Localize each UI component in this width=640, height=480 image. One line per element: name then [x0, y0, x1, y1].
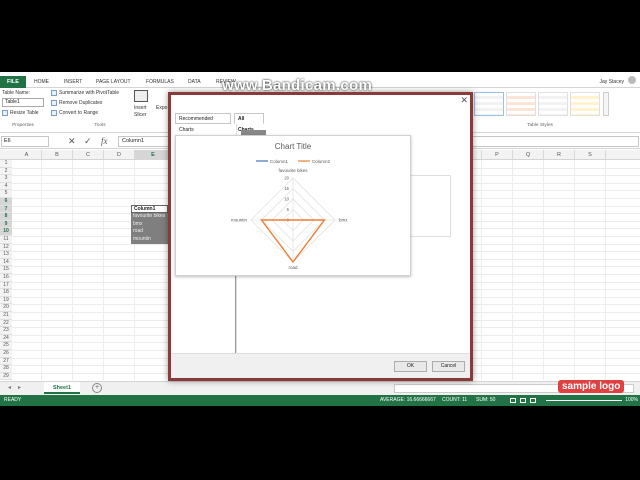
table-style-orange[interactable]	[506, 92, 536, 116]
file-tab[interactable]: FILE	[0, 76, 26, 88]
grid-line-vertical	[134, 160, 135, 380]
cancel-button[interactable]: Cancel	[432, 361, 465, 372]
table-cell[interactable]: mountin	[131, 236, 168, 244]
table-style-blue[interactable]	[474, 92, 504, 116]
page-break-view-icon[interactable]	[530, 398, 536, 403]
chart-legend: Column1 Column2	[256, 159, 331, 164]
radar-category-label: mountin	[231, 218, 248, 223]
grid-line-vertical	[72, 160, 73, 380]
grid-line-vertical	[512, 160, 513, 380]
add-sheet-icon[interactable]: +	[92, 383, 102, 393]
tab-formulas[interactable]: FORMULAS	[146, 76, 174, 88]
table-cell[interactable]: favourite bikes	[131, 213, 168, 221]
sheet-tab-bar: ◂ ▸ Sheet1 +	[0, 381, 640, 395]
chart-preview[interactable]: Chart Title Column1 Column2 0 5 10 15 20 fav…	[175, 135, 411, 276]
tab-data[interactable]: DATA	[188, 76, 201, 88]
insert-slicer-label-2[interactable]: Slicer	[134, 112, 147, 118]
table-cell[interactable]: road	[131, 228, 168, 236]
resize-table-icon	[2, 110, 8, 116]
tab-page-layout[interactable]: PAGE LAYOUT	[96, 76, 131, 88]
name-box[interactable]: E6	[1, 136, 49, 147]
remove-duplicates-button[interactable]: Remove Duplicates	[59, 100, 102, 106]
grid-line-vertical	[103, 160, 104, 380]
enter-icon[interactable]: ✓	[84, 135, 92, 148]
insert-chart-dialog: ✕ Recommended Charts All Charts Chart Ti…	[168, 92, 473, 381]
table-name-input[interactable]: Table1	[2, 98, 44, 107]
summarize-pivot-button[interactable]: Summarize with PivotTable	[59, 90, 119, 96]
ok-button[interactable]: OK	[394, 361, 427, 372]
table-header-cell[interactable]: Column1	[131, 205, 168, 213]
cancel-icon[interactable]: ✕	[68, 135, 76, 148]
legend-label-column2: Column2	[312, 159, 331, 164]
table-style-gray[interactable]	[538, 92, 568, 116]
sample-logo: sample logo	[558, 380, 625, 393]
status-sum: SUM: 50	[476, 397, 496, 403]
sheet-tab-sheet1[interactable]: Sheet1	[44, 382, 80, 394]
table-cell[interactable]: bmx	[131, 221, 168, 229]
zoom-slider[interactable]	[546, 400, 622, 401]
radar-tick-label: 20	[284, 176, 289, 181]
avatar[interactable]	[628, 76, 636, 84]
status-count: COUNT: 11	[442, 397, 468, 403]
table-name-label: Table Name:	[2, 90, 31, 96]
table-style-yellow[interactable]	[570, 92, 600, 116]
status-average: AVERAGE: 16.66666667	[380, 397, 436, 403]
sheet-nav-prev-icon[interactable]: ◂	[8, 384, 11, 391]
dialog-footer: OK Cancel	[171, 353, 470, 378]
convert-to-range-button[interactable]: Convert to Range	[59, 110, 98, 116]
pivot-icon	[51, 90, 57, 96]
radar-category-labels: favourite bikes bmx road mountin	[231, 168, 348, 270]
tab-recommended-charts[interactable]: Recommended Charts	[175, 113, 231, 133]
tab-home[interactable]: HOME	[34, 76, 49, 88]
grid-line-vertical	[574, 160, 575, 380]
radar-category-label: bmx	[339, 218, 348, 223]
status-text: READY	[4, 397, 22, 403]
grid-line-vertical	[605, 160, 606, 380]
radar-chart: Chart Title Column1 Column2 05101520 fav…	[231, 142, 348, 270]
grid-line-vertical	[41, 160, 42, 380]
page-layout-view-icon[interactable]	[520, 398, 526, 403]
grid-line-vertical	[543, 160, 544, 380]
radar-category-label: favourite bikes	[278, 168, 308, 173]
table-styles-scroll[interactable]	[603, 92, 609, 116]
convert-range-icon	[51, 110, 57, 116]
radar-tick-label: 5	[287, 207, 290, 212]
user-name[interactable]: Jay Stacey	[600, 76, 624, 88]
tab-all-charts[interactable]: All Charts	[234, 113, 264, 133]
legend-label-column1: Column1	[270, 159, 289, 164]
remove-duplicates-icon	[51, 100, 57, 106]
resize-table-button[interactable]: Resize Table	[10, 110, 39, 116]
zoom-level[interactable]: 100%	[625, 395, 638, 406]
table-styles-group-label: Table Styles	[527, 123, 553, 128]
tab-insert[interactable]: INSERT	[64, 76, 82, 88]
radar-tick-label: 10	[284, 197, 289, 202]
recording-watermark: www.Bandicam.com	[222, 77, 373, 94]
tools-group-label: Tools	[94, 123, 106, 128]
properties-group-label: Properties	[12, 123, 34, 128]
chart-title: Chart Title	[275, 142, 312, 151]
insert-function-button[interactable]: fx	[101, 135, 108, 148]
grid-line-vertical	[481, 160, 482, 380]
radar-category-label: road	[288, 265, 298, 270]
close-icon[interactable]: ✕	[460, 95, 468, 106]
status-bar: READY AVERAGE: 16.66666667 COUNT: 11 SUM…	[0, 395, 640, 406]
export-button[interactable]: Expo	[156, 105, 167, 111]
insert-slicer-label-1[interactable]: Insert	[134, 105, 147, 111]
normal-view-icon[interactable]	[510, 398, 516, 403]
slicer-icon	[134, 90, 148, 102]
sheet-nav-next-icon[interactable]: ▸	[18, 384, 21, 391]
radar-tick-label: 15	[284, 186, 289, 191]
